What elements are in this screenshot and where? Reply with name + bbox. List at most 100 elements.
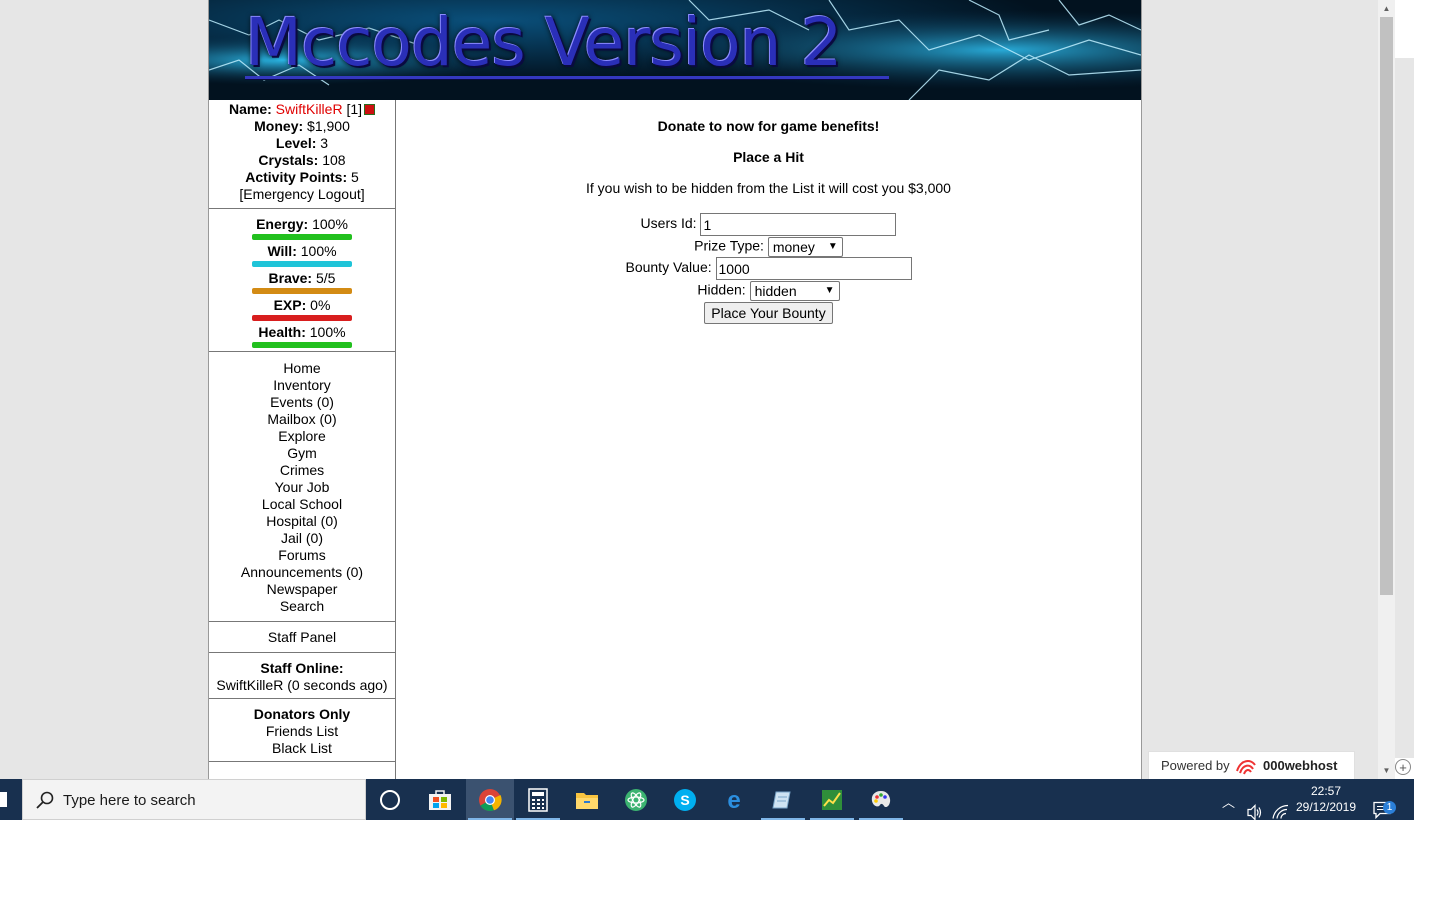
prize-type-value: money xyxy=(772,239,815,255)
scroll-down-icon[interactable]: ▼ xyxy=(1378,762,1395,779)
hidden-select[interactable]: hidden ▼ xyxy=(749,281,840,301)
activity-label: Activity Points: xyxy=(245,169,348,185)
nav-search[interactable]: Search xyxy=(209,598,395,615)
nav-newspaper[interactable]: Newspaper xyxy=(209,581,395,598)
health-value: 100% xyxy=(309,324,346,340)
chart-app[interactable] xyxy=(808,779,856,820)
nav-explore[interactable]: Explore xyxy=(209,428,395,445)
place-bounty-button[interactable]: Place Your Bounty xyxy=(704,302,833,324)
nav-hospital[interactable]: Hospital (0) xyxy=(209,513,395,530)
users-id-input[interactable] xyxy=(700,213,897,236)
prize-type-select[interactable]: money ▼ xyxy=(767,237,843,257)
dropdown-arrow-icon: ▼ xyxy=(827,241,838,252)
site-title: Mccodes Version 2 xyxy=(245,4,842,81)
prize-type-label: Prize Type: xyxy=(694,237,764,254)
health-label: Health: xyxy=(258,324,306,340)
calculator-icon xyxy=(528,787,548,812)
nav-gym[interactable]: Gym xyxy=(209,445,395,462)
friends-list-link[interactable]: Friends List xyxy=(209,723,395,740)
screen-edge xyxy=(1414,0,1440,820)
scroll-thumb[interactable] xyxy=(1380,17,1393,595)
submit-row: Place Your Bounty xyxy=(396,302,1141,324)
nav-local-school[interactable]: Local School xyxy=(209,496,395,513)
atom-app[interactable] xyxy=(612,779,660,820)
taskbar-search[interactable]: Type here to search xyxy=(22,779,366,820)
vertical-scrollbar[interactable]: ▲ ▼ xyxy=(1378,0,1395,779)
side-gutter xyxy=(1395,0,1414,779)
bounty-value-label: Bounty Value: xyxy=(625,259,712,276)
svg-text:e: e xyxy=(727,788,740,812)
status-bars: Energy: 100% Will: 100% Brave: 5/5 EXP: … xyxy=(209,209,395,352)
nav-inventory[interactable]: Inventory xyxy=(209,377,395,394)
page-title: Place a Hit xyxy=(733,149,804,165)
cortana-button[interactable] xyxy=(366,779,414,820)
nav-home[interactable]: Home xyxy=(209,360,395,377)
will-bar-row: Will: 100% xyxy=(209,243,395,270)
users-id-label: Users Id: xyxy=(640,215,697,232)
nav-crimes[interactable]: Crimes xyxy=(209,462,395,479)
skype-icon: S xyxy=(674,788,696,811)
brave-label: Brave: xyxy=(268,270,313,286)
edge-app[interactable]: e xyxy=(710,779,758,820)
atom-icon xyxy=(625,788,647,811)
user-stats: Name: SwiftKilleR [1] Money: $1,900 Leve… xyxy=(209,100,395,209)
nav-jail[interactable]: Jail (0) xyxy=(209,530,395,547)
scroll-up-icon[interactable]: ▲ xyxy=(1378,0,1395,17)
level-value: 3 xyxy=(320,135,329,151)
activity-value: 5 xyxy=(351,169,359,185)
zoom-plus-icon[interactable]: + xyxy=(1395,759,1411,775)
energy-label: Energy: xyxy=(256,216,309,232)
bounty-value-row: Bounty Value: xyxy=(396,257,1141,280)
money-value: $1,900 xyxy=(307,118,350,134)
exp-bar xyxy=(252,315,352,321)
nav-forums[interactable]: Forums xyxy=(209,547,395,564)
nav-your-job[interactable]: Your Job xyxy=(209,479,395,496)
status-flag-icon xyxy=(364,103,376,115)
file-explorer-app[interactable] xyxy=(563,779,611,820)
edge-icon: e xyxy=(727,788,740,812)
game-page: Mccodes Version 2 Name: SwiftKilleR [1] … xyxy=(208,0,1142,779)
nav-mailbox[interactable]: Mailbox (0) xyxy=(209,411,395,428)
staff-online-entry[interactable]: SwiftKilleR (0 seconds ago) xyxy=(209,677,395,694)
chrome-app[interactable] xyxy=(466,779,514,820)
hidden-cost-note: If you wish to be hidden from the List i… xyxy=(586,180,951,196)
staff-panel-link[interactable]: Staff Panel xyxy=(209,629,395,646)
hidden-label: Hidden: xyxy=(697,281,746,298)
webhost-logo-icon xyxy=(1236,760,1256,775)
main-nav: Home Inventory Events (0) Mailbox (0) Ex… xyxy=(209,352,395,622)
sidebar: Name: SwiftKilleR [1] Money: $1,900 Leve… xyxy=(209,100,396,779)
powered-by-badge[interactable]: Powered by 000webhost xyxy=(1148,751,1355,779)
search-placeholder: Type here to search xyxy=(63,792,196,809)
health-bar xyxy=(252,342,352,348)
gutter-fill xyxy=(1395,58,1414,758)
emergency-logout-link[interactable]: [Emergency Logout] xyxy=(209,186,395,203)
donators-section: Donators Only Friends List Black List xyxy=(209,699,395,762)
bounty-value-input[interactable] xyxy=(715,257,912,280)
webhost-brand: 000webhost xyxy=(1263,758,1338,773)
paint-app[interactable] xyxy=(857,779,905,820)
nav-events[interactable]: Events (0) xyxy=(209,394,395,411)
taskbar-clock[interactable]: 22:57 29/12/2019 xyxy=(1290,783,1362,815)
brave-bar xyxy=(252,288,352,294)
user-name-link[interactable]: SwiftKilleR xyxy=(276,101,343,117)
windows-taskbar: Type here to search S e ︿ 22:57 29/12/20… xyxy=(0,779,1414,821)
title-underline xyxy=(245,76,889,79)
crystals-label: Crystals: xyxy=(258,152,319,168)
nav-announcements[interactable]: Announcements (0) xyxy=(209,564,395,581)
notes-app[interactable] xyxy=(759,779,807,820)
black-list-link[interactable]: Black List xyxy=(209,740,395,757)
brave-bar-row: Brave: 5/5 xyxy=(209,270,395,297)
will-bar xyxy=(252,261,352,267)
search-icon xyxy=(36,791,54,809)
notepad-icon xyxy=(772,791,791,808)
skype-app[interactable]: S xyxy=(661,779,709,820)
folder-icon xyxy=(576,792,598,809)
paint-palette-icon xyxy=(871,790,891,807)
donators-title: Donators Only xyxy=(253,706,351,722)
calculator-app[interactable] xyxy=(514,779,562,820)
level-label: Level: xyxy=(275,135,317,151)
store-app[interactable] xyxy=(416,779,464,820)
donate-link[interactable]: Donate to now for game benefits! xyxy=(396,118,1141,134)
start-button[interactable] xyxy=(0,779,22,820)
will-label: Will: xyxy=(267,243,297,259)
